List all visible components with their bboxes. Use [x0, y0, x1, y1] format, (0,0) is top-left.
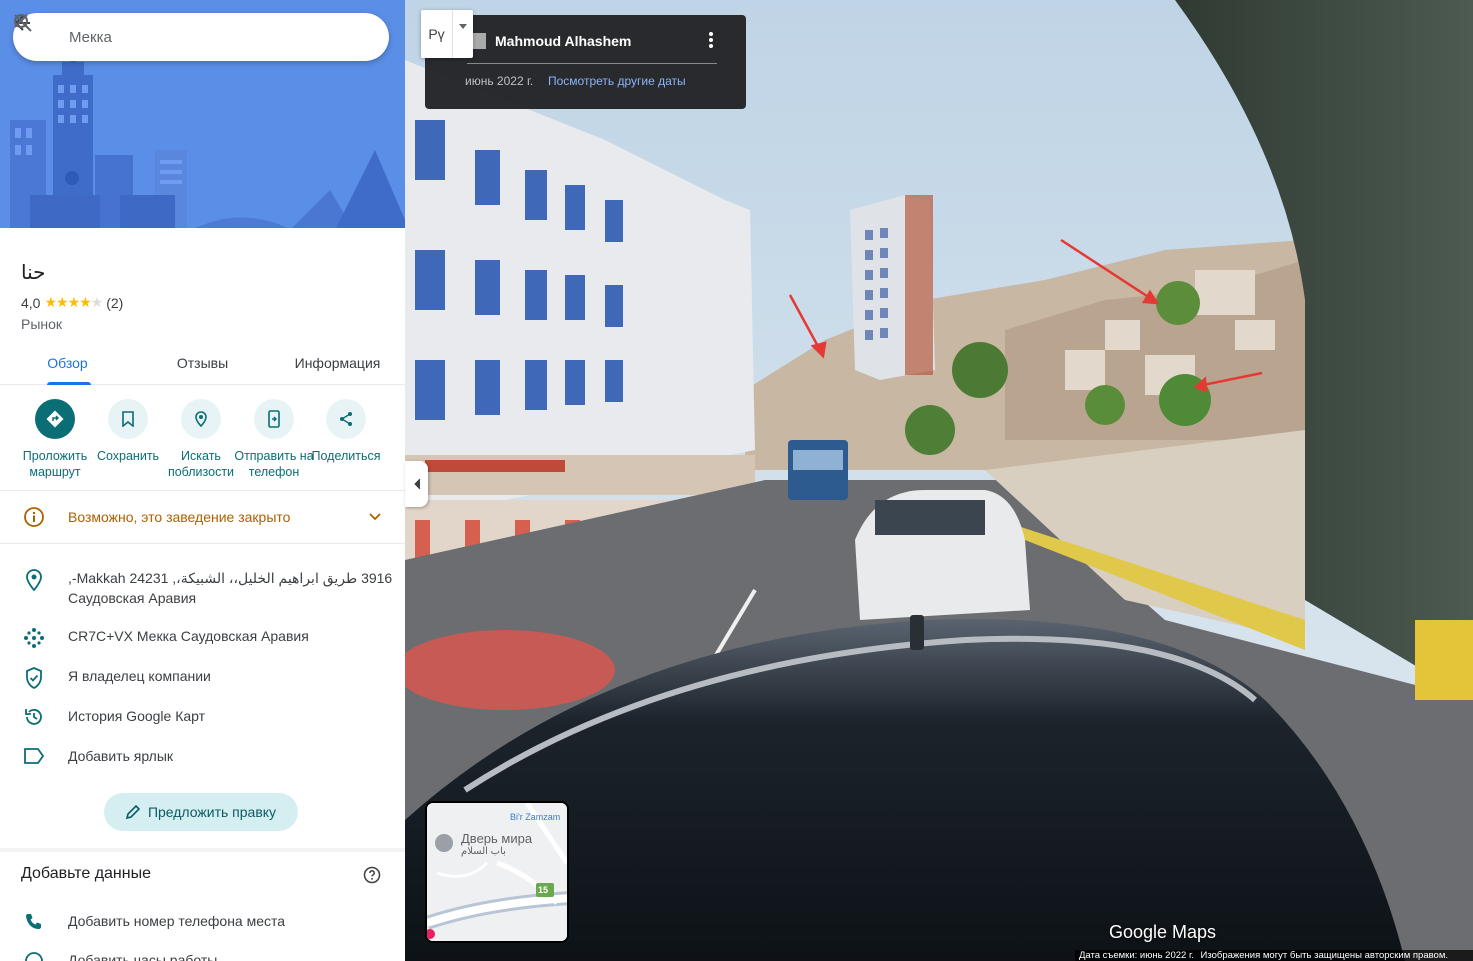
- language-toggle-button[interactable]: Рү: [421, 10, 473, 58]
- footer-date: Дата съемки: июнь 2022 г.: [1079, 950, 1194, 961]
- footer-copyright[interactable]: Изображения могут быть защищены авторски…: [1201, 950, 1448, 961]
- directions-label: Проложить маршрут: [22, 449, 88, 479]
- language-label: Рү: [421, 10, 453, 58]
- suggest-edit-button[interactable]: Предложить правку: [104, 793, 298, 831]
- share-icon: [326, 399, 366, 439]
- save-label: Сохранить: [96, 449, 160, 463]
- dropdown-arrow-icon[interactable]: [453, 10, 473, 58]
- place-panel: Мекка حنا 4,0 ★★★★★ (2) Рынок Обзор Отзы…: [0, 0, 405, 961]
- plus-code-text: CR7C+VX Мекка Саудовская Аравия: [68, 628, 309, 644]
- add-hours-row[interactable]: Добавить часы работы: [0, 950, 405, 961]
- add-hours-text: Добавить часы работы: [68, 952, 218, 961]
- add-phone-row[interactable]: Добавить номер телефона места: [0, 911, 405, 932]
- add-label-text: Добавить ярлык: [68, 748, 174, 764]
- save-button[interactable]: Сохранить: [88, 399, 168, 464]
- info-icon: [0, 506, 68, 528]
- rating-value: 4,0: [21, 294, 41, 311]
- nearby-button[interactable]: Искать поблизости: [161, 399, 241, 480]
- address-row[interactable]: 3916 طريق ابراهيم الخليل،، الشبيكة،, Mak…: [0, 568, 405, 608]
- divider: [0, 490, 405, 491]
- tab-reviews[interactable]: Отзывы: [135, 345, 270, 384]
- search-input[interactable]: Мекка: [69, 29, 289, 46]
- pencil-icon: [125, 805, 140, 819]
- footer-bar: Дата съемки: июнь 2022 г. Изображения мо…: [1075, 950, 1473, 961]
- share-button[interactable]: Поделиться: [306, 399, 386, 464]
- nearby-label: Искать поблизости: [167, 449, 235, 479]
- more-vert-icon[interactable]: [708, 31, 714, 54]
- address-line-2: Саудовская Аравия: [68, 590, 197, 606]
- share-label: Поделиться: [311, 449, 381, 463]
- verified-shield-icon: [0, 666, 68, 689]
- maps-history-text: История Google Карт: [68, 708, 206, 724]
- close-icon[interactable]: [14, 13, 389, 61]
- place-tabs: Обзор Отзывы Информация: [0, 345, 405, 385]
- google-maps-logo: Google Maps: [1109, 922, 1217, 942]
- send-to-phone-label: Отправить на телефон: [234, 449, 314, 479]
- author-name[interactable]: Mahmoud Alhashem: [495, 33, 631, 49]
- bookmark-icon: [108, 399, 148, 439]
- place-category[interactable]: Рынок: [21, 316, 62, 332]
- maps-history-row[interactable]: История Google Карт: [0, 706, 405, 727]
- plus-code-icon: [0, 626, 68, 649]
- photo-author-card: Mahmoud Alhashem июнь 2022 г. Посмотреть…: [425, 15, 746, 109]
- claim-business-row[interactable]: Я владелец компании: [0, 666, 405, 689]
- chevron-down-icon[interactable]: [345, 513, 405, 521]
- search-icon[interactable]: [14, 13, 339, 61]
- send-to-phone-icon: [254, 399, 294, 439]
- route-shield: 15: [538, 885, 549, 895]
- section-divider: [0, 848, 405, 852]
- claim-business-text: Я владелец компании: [68, 668, 211, 684]
- hero-image[interactable]: Мекка: [0, 0, 405, 240]
- location-pin-icon: [0, 568, 68, 591]
- label-tag-icon: [0, 746, 68, 765]
- minimap[interactable]: Bi'r Zamzam Дверь мира باب السلام 15: [425, 801, 569, 943]
- nearby-icon: [181, 399, 221, 439]
- directions-icon: [35, 399, 75, 439]
- phone-icon: [0, 911, 68, 932]
- rating-row[interactable]: 4,0 ★★★★★ (2): [21, 294, 123, 311]
- plus-code-row[interactable]: CR7C+VX Мекка Саудовская Аравия: [0, 626, 405, 649]
- minimap-roads: [427, 803, 567, 941]
- address-line-1: 3916 طريق ابراهيم الخليل،، الشبيكة،, Mak…: [68, 570, 393, 586]
- add-data-heading: Добавьте данные: [21, 865, 151, 882]
- search-box[interactable]: Мекка: [13, 13, 389, 61]
- clock-icon: [0, 950, 68, 961]
- minimap-well-label: Bi'r Zamzam: [510, 812, 561, 822]
- collapse-panel-button[interactable]: [405, 461, 428, 507]
- minimap-poi-label[interactable]: Дверь мира: [461, 831, 532, 846]
- place-title: حنا: [21, 262, 46, 284]
- send-to-phone-button[interactable]: Отправить на телефон: [234, 399, 314, 480]
- chevron-left-icon: [413, 478, 420, 490]
- action-buttons: Проложить маршрут Сохранить Искать побли…: [0, 399, 405, 484]
- rating-stars: ★★★★★: [44, 294, 103, 310]
- capture-date: июнь 2022 г.: [465, 74, 534, 88]
- minimap-poi-arabic-label: باب السلام: [461, 846, 506, 857]
- history-icon: [0, 706, 68, 727]
- add-phone-text: Добавить номер телефона места: [68, 913, 286, 929]
- divider: [467, 63, 717, 64]
- closed-notice-text: Возможно, это заведение закрыто: [68, 509, 291, 525]
- tab-about[interactable]: Информация: [270, 345, 405, 384]
- help-icon[interactable]: [363, 866, 381, 889]
- divider: [0, 543, 405, 544]
- directions-button[interactable]: Проложить маршрут: [15, 399, 95, 480]
- tab-overview[interactable]: Обзор: [0, 345, 135, 385]
- review-count[interactable]: (2): [106, 295, 123, 311]
- add-label-row[interactable]: Добавить ярлык: [0, 746, 405, 766]
- suggest-edit-label: Предложить правку: [147, 804, 277, 820]
- other-dates-link[interactable]: Посмотреть другие даты: [548, 74, 686, 88]
- closed-notice[interactable]: Возможно, это заведение закрыто: [0, 495, 405, 539]
